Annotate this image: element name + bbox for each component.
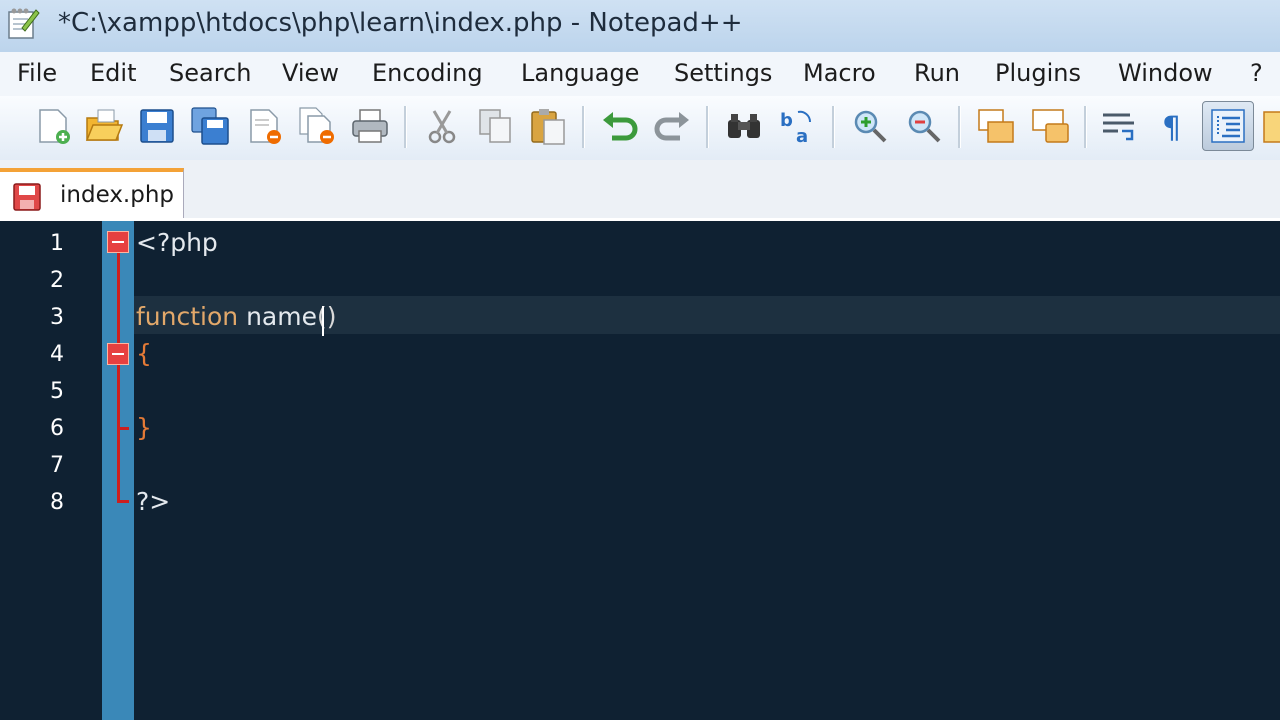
sync-horizontal-icon[interactable]	[1030, 106, 1070, 146]
menu-run[interactable]: Run	[914, 59, 960, 87]
svg-text:¶: ¶	[1162, 111, 1181, 146]
tab-label: index.php	[60, 182, 175, 208]
fold-end-marker	[120, 427, 129, 430]
line-number: 1	[50, 231, 64, 256]
undo-icon[interactable]	[600, 106, 640, 146]
menu-search[interactable]: Search	[169, 59, 251, 87]
partial-toolbar-icon	[1263, 111, 1280, 143]
menu-macro[interactable]: Macro	[803, 59, 876, 87]
menu-encoding[interactable]: Encoding	[372, 59, 483, 87]
toolbar-overflow[interactable]	[1262, 110, 1280, 146]
zoom-out-icon[interactable]	[904, 106, 944, 146]
fold-toggle-php-block[interactable]	[107, 231, 129, 253]
code-line-8[interactable]: ?>	[136, 487, 170, 516]
toolbar-separator	[958, 106, 961, 148]
copy-icon[interactable]	[476, 106, 516, 146]
svg-text:a: a	[796, 126, 808, 146]
sync-vertical-icon[interactable]	[976, 106, 1016, 146]
open-file-icon[interactable]	[84, 106, 124, 146]
menu-language[interactable]: Language	[521, 59, 639, 87]
fold-toggle-function-block[interactable]	[107, 343, 129, 365]
save-icon[interactable]	[137, 106, 177, 146]
indent-guide-icon	[1211, 109, 1245, 143]
unsaved-file-icon	[13, 183, 41, 211]
print-icon[interactable]	[350, 106, 390, 146]
toolbar: b a ¶	[0, 96, 1280, 161]
menu-edit[interactable]: Edit	[90, 59, 136, 87]
fold-end-marker	[117, 500, 129, 503]
menu-help[interactable]: ?	[1250, 59, 1263, 87]
toolbar-separator	[582, 106, 585, 148]
close-all-icon[interactable]	[298, 106, 338, 146]
keyword-function: function	[136, 302, 239, 331]
find-icon[interactable]	[724, 106, 764, 146]
notepadpp-window: *C:\xampp\htdocs\php\learn\index.php - N…	[0, 0, 1280, 720]
line-number: 5	[50, 379, 64, 404]
code-line-4[interactable]: {	[136, 339, 152, 368]
toolbar-separator	[1084, 106, 1087, 148]
zoom-in-icon[interactable]	[850, 106, 890, 146]
line-number: 3	[50, 305, 64, 330]
toolbar-separator	[832, 106, 835, 148]
line-number-gutter: 1 2 3 4 5 6 7 8	[0, 221, 102, 720]
code-line-6[interactable]: }	[136, 413, 152, 442]
tab-index-php[interactable]: index.php	[0, 168, 184, 218]
line-number: 6	[50, 416, 64, 441]
menu-file[interactable]: File	[17, 59, 57, 87]
notepad-app-icon	[8, 8, 40, 39]
code-line-3[interactable]: function name()	[136, 302, 337, 331]
paste-icon[interactable]	[528, 106, 568, 146]
code-editor[interactable]: 1 2 3 4 5 6 7 8 <?php function name() { …	[0, 221, 1280, 720]
menu-window[interactable]: Window	[1118, 59, 1213, 87]
replace-icon[interactable]: b a	[778, 106, 818, 146]
tab-bar: index.php	[0, 160, 1280, 221]
toolbar-separator	[706, 106, 709, 148]
save-all-icon[interactable]	[190, 106, 230, 146]
word-wrap-icon[interactable]	[1100, 106, 1140, 146]
line-number: 4	[50, 342, 64, 367]
line-number: 2	[50, 268, 64, 293]
close-icon[interactable]	[245, 106, 285, 146]
title-bar: *C:\xampp\htdocs\php\learn\index.php - N…	[0, 0, 1280, 52]
menu-settings[interactable]: Settings	[674, 59, 772, 87]
menu-bar: File Edit Search View Encoding Language …	[0, 52, 1280, 96]
text-caret	[322, 306, 324, 336]
svg-text:b: b	[780, 110, 793, 131]
new-file-icon[interactable]	[34, 106, 74, 146]
menu-plugins[interactable]: Plugins	[995, 59, 1081, 87]
line-number: 7	[50, 453, 64, 478]
parentheses: ()	[316, 302, 337, 331]
function-name: name	[238, 302, 317, 331]
code-line-1[interactable]: <?php	[136, 228, 218, 257]
indent-guide-button[interactable]	[1202, 101, 1254, 151]
cut-icon[interactable]	[422, 106, 462, 146]
window-title: *C:\xampp\htdocs\php\learn\index.php - N…	[58, 8, 743, 38]
line-number: 8	[50, 490, 64, 515]
menu-view[interactable]: View	[282, 59, 339, 87]
fold-line	[117, 251, 120, 501]
show-all-characters-icon[interactable]: ¶	[1154, 106, 1194, 146]
toolbar-separator	[404, 106, 407, 148]
redo-icon[interactable]	[652, 106, 692, 146]
